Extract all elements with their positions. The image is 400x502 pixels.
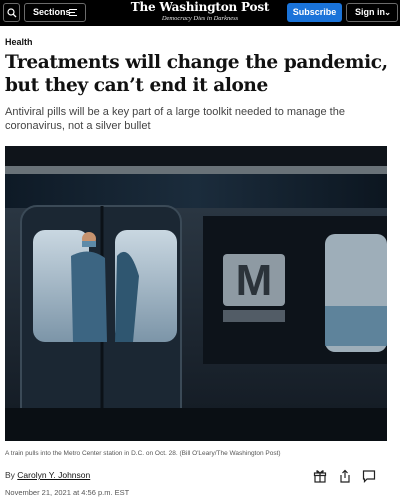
chevron-down-icon: ⌄ — [384, 8, 391, 17]
section-kicker[interactable]: Health — [5, 37, 33, 47]
article-subheadline: Antiviral pills will be a key part of a … — [5, 106, 345, 132]
byline-prefix: By — [5, 470, 15, 480]
search-button[interactable] — [3, 3, 20, 22]
sections-menu-button[interactable]: Sections — [24, 3, 86, 22]
share-icon[interactable] — [338, 469, 352, 483]
sign-in-button[interactable]: Sign in ⌄ — [346, 3, 398, 22]
menu-icon — [69, 9, 77, 16]
site-logo[interactable]: The Washington Post — [130, 1, 270, 14]
photo-caption: A train pulls into the Metro Center stat… — [5, 450, 281, 457]
byline: By Carolyn Y. Johnson — [5, 470, 90, 480]
subscribe-button[interactable]: Subscribe — [287, 3, 342, 22]
author-link[interactable]: Carolyn Y. Johnson — [17, 470, 90, 480]
comment-icon[interactable] — [362, 469, 376, 483]
sign-in-label: Sign in — [355, 7, 385, 17]
publish-timestamp: November 21, 2021 at 4:56 p.m. EST — [5, 488, 130, 497]
sections-label: Sections — [33, 7, 71, 17]
article-photo: M — [5, 146, 387, 441]
masthead[interactable]: The Washington Post Democracy Dies in Da… — [130, 1, 270, 23]
gift-icon[interactable] — [313, 469, 327, 483]
article-headline: Treatments will change the pandemic, but… — [5, 52, 388, 96]
top-navigation-bar: Sections The Washington Post Democracy D… — [0, 0, 400, 26]
metro-sign-letter: M — [236, 256, 273, 305]
search-icon — [7, 8, 17, 18]
site-tagline: Democracy Dies in Darkness — [161, 15, 239, 22]
